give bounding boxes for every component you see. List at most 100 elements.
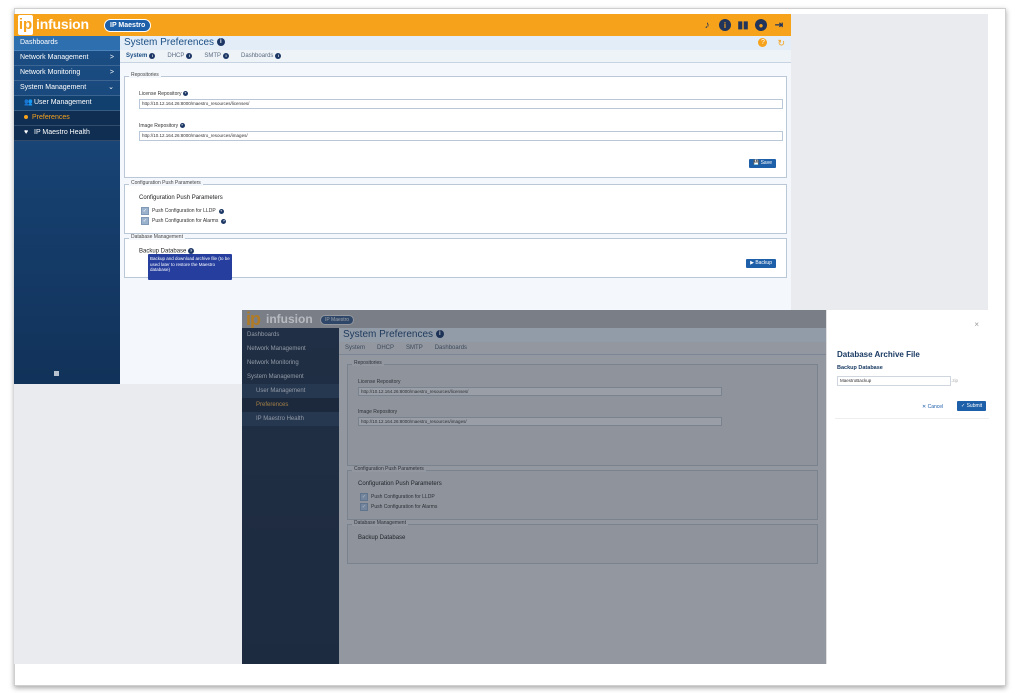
- tab-dhcp[interactable]: DHCP: [377, 345, 394, 351]
- sidebar-item-system-management[interactable]: System Management: [242, 370, 339, 384]
- sidebar-item-user-management[interactable]: 👥User Management: [14, 96, 120, 111]
- product-pill: IP Maestro: [320, 315, 355, 325]
- backup-modal: × Database Archive File Backup Database …: [826, 310, 989, 664]
- tab-dhcp[interactable]: DHCP i: [167, 53, 193, 59]
- top-bar: ip infusion IP Maestro: [242, 310, 826, 328]
- sidebar-item-label: Network Management: [20, 54, 89, 61]
- sidebar-item-preferences[interactable]: Preferences: [14, 111, 120, 126]
- sidebar-item-label: Dashboards: [20, 39, 58, 46]
- sidebar-item-label: Network Monitoring: [247, 360, 299, 366]
- license-repository-label: License Repository ?: [139, 91, 188, 97]
- alarms-checkbox-row[interactable]: ✓ Push Configuration for Alarms: [360, 503, 437, 511]
- logo-mark: ip: [18, 15, 33, 35]
- lldp-checkbox-row[interactable]: ✓ Push Configuration for LLDP?: [141, 207, 224, 215]
- sidebar: Dashboards Network Management > Network M…: [14, 36, 120, 384]
- tab-dashboards[interactable]: Dashboards i: [241, 53, 282, 59]
- backup-button[interactable]: ▶ Backup: [746, 259, 776, 268]
- logout-icon[interactable]: ⇥: [773, 19, 785, 31]
- tab-dashboards[interactable]: Dashboards: [435, 345, 467, 351]
- license-repository-input[interactable]: http://10.12.164.26:8000/maestro_resourc…: [358, 387, 722, 396]
- info-icon: i: [149, 53, 156, 59]
- tab-label: Dashboards: [241, 53, 274, 59]
- sidebar-item-preferences[interactable]: Preferences: [242, 398, 339, 412]
- page-title: System Preferences: [124, 37, 215, 48]
- sidebar-item-network-management[interactable]: Network Management >: [14, 51, 120, 66]
- save-button[interactable]: 💾 Save: [748, 159, 776, 168]
- help-icon[interactable]: ?: [758, 38, 768, 47]
- section-legend: Repositories: [352, 360, 384, 366]
- sidebar-collapse-icon[interactable]: [54, 371, 59, 376]
- sidebar-item-ip-maestro-health[interactable]: IP Maestro Health: [242, 412, 339, 426]
- sidebar-item-dashboards[interactable]: Dashboards: [14, 36, 120, 51]
- sidebar-item-ip-maestro-health[interactable]: ♥ IP Maestro Health: [14, 126, 120, 141]
- label-text: Image Repository: [139, 123, 179, 129]
- top-icons: ♪ i ▮▮ ● ⇥: [701, 19, 785, 31]
- checkbox-label: Push Configuration for Alarms: [152, 218, 219, 224]
- chevron-right-icon: >: [109, 54, 114, 61]
- sidebar-item-system-management[interactable]: System Management ⌄: [14, 81, 120, 96]
- sidebar-item-network-monitoring[interactable]: Network Monitoring: [242, 356, 339, 370]
- info-icon: i: [186, 53, 193, 59]
- product-pill: IP Maestro: [104, 19, 152, 32]
- tab-system[interactable]: System i: [126, 53, 156, 59]
- config-push-section: Configuration Push Parameters Configurat…: [347, 466, 818, 520]
- page-header: System Preferences i ? ↻: [120, 36, 791, 50]
- tab-bar: System DHCP SMTP Dashboards: [339, 342, 826, 355]
- lldp-checkbox-row[interactable]: ✓ Push Configuration for LLDP: [360, 493, 435, 501]
- info-icon[interactable]: i: [719, 19, 731, 31]
- alarms-checkbox-row[interactable]: ✓ Push Configuration for Alarms?: [141, 217, 227, 225]
- background-panel: [791, 14, 988, 310]
- sidebar-item-dashboards[interactable]: Dashboards: [242, 328, 339, 342]
- close-icon[interactable]: ×: [974, 320, 979, 329]
- backup-name-input[interactable]: MaestroBackup: [837, 376, 951, 386]
- image-repository-input[interactable]: http://10.12.164.26:8000/maestro_resourc…: [358, 417, 722, 426]
- sidebar-item-network-management[interactable]: Network Management: [242, 342, 339, 356]
- info-icon: i: [435, 330, 444, 339]
- sidebar-item-user-management[interactable]: User Management: [242, 384, 339, 398]
- chevron-right-icon: >: [109, 69, 114, 76]
- sidebar-item-label: Network Management: [247, 346, 306, 352]
- divider: [835, 418, 989, 419]
- image-repository-input[interactable]: http://10.12.164.26:8000/maestro_resourc…: [139, 131, 783, 141]
- help-icon: ?: [218, 208, 224, 214]
- background-panel: [14, 384, 242, 664]
- sidebar-item-network-monitoring[interactable]: Network Monitoring >: [14, 66, 120, 81]
- cancel-button[interactable]: ✕ Cancel: [922, 404, 943, 410]
- button-label: Submit: [966, 403, 983, 409]
- license-repository-input[interactable]: http://10.12.164.26:8000/maestro_resourc…: [139, 99, 783, 109]
- checkbox-checked[interactable]: ✓: [141, 217, 149, 225]
- tab-smtp[interactable]: SMTP: [406, 345, 423, 351]
- checkbox-checked[interactable]: ✓: [360, 493, 368, 501]
- checkbox-checked[interactable]: ✓: [360, 503, 368, 511]
- sidebar-item-label: User Management: [256, 388, 306, 394]
- label-text: License Repository: [139, 91, 182, 97]
- license-repository-label: License Repository: [358, 379, 401, 385]
- tab-smtp[interactable]: SMTP i: [204, 53, 230, 59]
- info-icon: i: [275, 53, 282, 59]
- bell-icon[interactable]: ♪: [701, 19, 713, 31]
- checkbox-label: Push Configuration for Alarms: [371, 504, 438, 510]
- info-icon[interactable]: i: [216, 38, 225, 47]
- sidebar-item-label: IP Maestro Health: [34, 129, 90, 136]
- page-title: System Preferences: [343, 329, 434, 340]
- refresh-icon[interactable]: ↻: [777, 38, 785, 48]
- tab-bar: System i DHCP i SMTP i Dashboards i: [120, 50, 791, 63]
- checkbox-checked[interactable]: ✓: [141, 207, 149, 215]
- user-icon[interactable]: ●: [755, 19, 767, 31]
- submit-button[interactable]: ✓ Submit: [957, 401, 987, 411]
- help-icon: ?: [221, 218, 227, 224]
- book-icon[interactable]: ▮▮: [737, 19, 749, 31]
- sidebar-item-label: System Management: [247, 374, 304, 380]
- tab-label: SMTP: [204, 53, 222, 59]
- sidebar-item-label: Preferences: [256, 402, 289, 408]
- tab-system[interactable]: System: [345, 345, 365, 351]
- button-label: Cancel: [927, 404, 944, 410]
- modal-title: Database Archive File: [837, 350, 920, 359]
- image-repository-label: Image Repository: [358, 409, 398, 415]
- button-label: Backup: [755, 260, 772, 266]
- image-repository-label: Image Repository ?: [139, 123, 185, 129]
- checkbox-label: Push Configuration for LLDP: [371, 494, 435, 500]
- tab-label: DHCP: [167, 53, 185, 59]
- chevron-down-icon: ⌄: [108, 84, 114, 91]
- sidebar-item-label: Dashboards: [247, 332, 280, 338]
